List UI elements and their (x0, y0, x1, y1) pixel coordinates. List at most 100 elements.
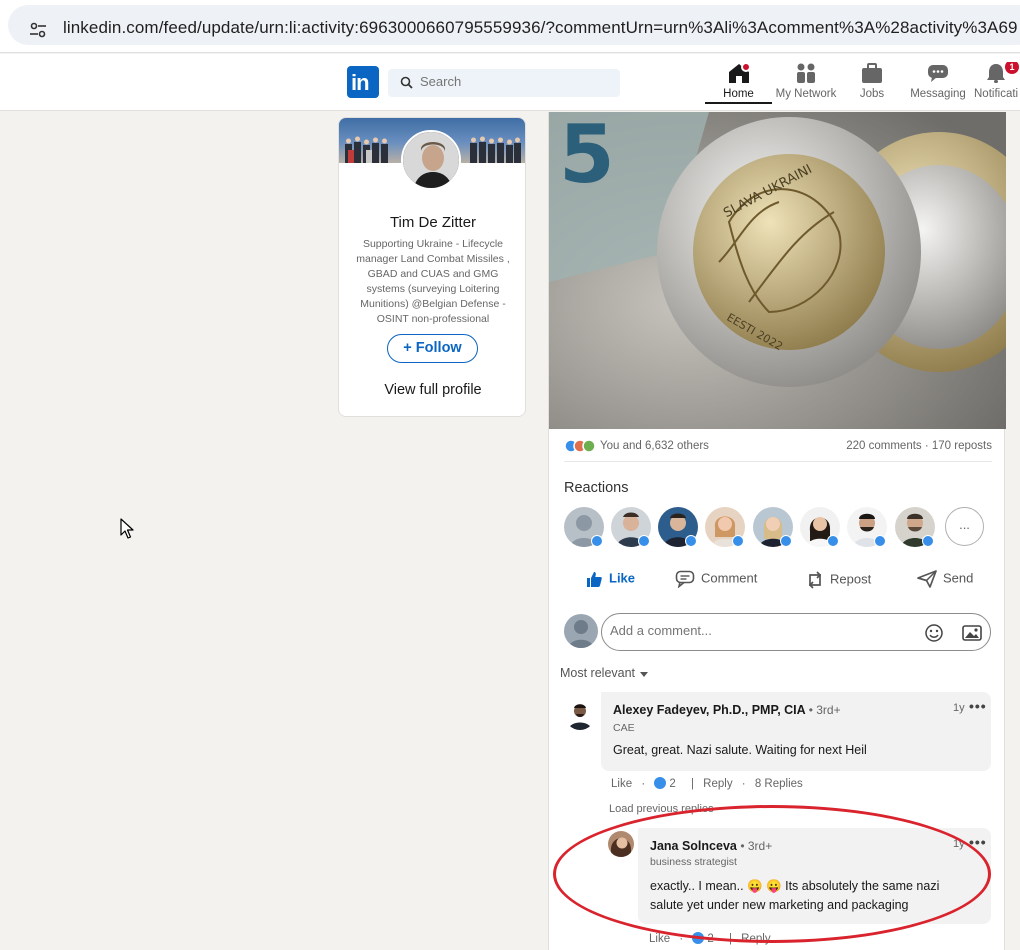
commenter-avatar[interactable] (565, 700, 595, 730)
comment-author[interactable]: Alexey Fadeyev, Ph.D., PMP, CIA • 3rd+ (613, 703, 841, 717)
nav-home-label: Home (723, 88, 754, 100)
comment-actions: Like · 2 | Reply · 8 Replies (611, 777, 809, 790)
comment-icon (675, 570, 695, 589)
nav-my-network-label: My Network (775, 88, 837, 100)
url-text[interactable]: linkedin.com/feed/update/urn:li:activity… (63, 18, 1018, 38)
comment-more-options-icon[interactable]: ••• (969, 698, 987, 714)
reply-author-name: Jana Solnceva (650, 839, 737, 853)
nav-messaging-label: Messaging (910, 88, 966, 100)
caret-down-icon (639, 671, 648, 677)
send-label: Send (943, 570, 974, 586)
repost-label: Repost (830, 571, 872, 587)
nav-notifications-label: Notificati (974, 88, 1019, 100)
current-user-avatar (564, 614, 598, 648)
notification-badge: 1 (1005, 62, 1019, 74)
view-full-profile-link[interactable]: View full profile (339, 382, 525, 398)
like-button[interactable]: Like (585, 570, 635, 592)
like-badge-icon (922, 535, 934, 547)
comment-replies-count[interactable]: 8 Replies (755, 778, 803, 790)
reply-actions: Like · 2 | Reply (649, 932, 777, 946)
thumbs-up-icon (587, 572, 602, 587)
linkedin-logo[interactable]: in (347, 66, 379, 98)
site-settings-icon[interactable] (28, 20, 48, 40)
messaging-icon (928, 65, 948, 82)
reply-more-options-icon[interactable]: ••• (969, 834, 987, 850)
comment-author-headline: CAE (613, 722, 635, 734)
separator: · (741, 778, 746, 790)
like-label: Like (609, 570, 636, 586)
comment-like-count[interactable]: 2 (654, 777, 681, 790)
repost-button[interactable]: Repost (806, 570, 871, 592)
emoji-icon[interactable] (924, 623, 944, 643)
comment-text: Great, great. Nazi salute. Waiting for n… (613, 743, 867, 757)
nav-jobs[interactable]: Jobs (852, 62, 892, 107)
repost-icon (808, 571, 822, 589)
comment-reply-button[interactable]: Reply (703, 778, 732, 790)
reply-author-headline: business strategist (650, 856, 737, 868)
connection-degree: • 3rd+ (808, 703, 841, 717)
like-badge-icon (827, 535, 839, 547)
like-count-value: 2 (669, 778, 676, 790)
comment-time: 1y (953, 702, 965, 714)
profile-name[interactable]: Tim De Zitter (339, 214, 525, 231)
post-detail: 5 SLAVA UKRAINI EESTI 2022 You and 6,632… (548, 112, 1006, 950)
mouse-cursor-icon (120, 518, 134, 539)
briefcase-icon (862, 63, 882, 83)
nav-my-network[interactable]: My Network (772, 62, 840, 107)
banknote-digit: 5 (559, 112, 615, 201)
like-badge-icon (732, 535, 744, 547)
like-badge-icon (685, 535, 697, 547)
post-image[interactable]: 5 SLAVA UKRAINI EESTI 2022 (549, 112, 1006, 429)
reaction-icons[interactable] (564, 438, 596, 454)
home-badge-dot (741, 62, 751, 72)
nav-home[interactable]: Home (705, 62, 772, 104)
like-reaction-icon (692, 932, 705, 944)
comment-bubble: Alexey Fadeyev, Ph.D., PMP, CIA • 3rd+ C… (601, 692, 991, 771)
separator: | (728, 933, 732, 945)
reply-author-avatar[interactable] (608, 831, 634, 857)
reply-like-count[interactable]: 2 (692, 932, 719, 945)
comments-reposts-count[interactable]: 220 comments · 170 reposts (846, 440, 992, 452)
like-badge-icon (638, 535, 650, 547)
comment-like-button[interactable]: Like (611, 778, 632, 790)
profile-headline: Supporting Ukraine - Lifecycle manager L… (356, 238, 510, 325)
url-field[interactable]: linkedin.com/feed/update/urn:li:activity… (8, 5, 1020, 45)
comment-input[interactable] (610, 623, 910, 638)
load-previous-replies[interactable]: Load previous replies (609, 803, 714, 815)
browser-address-bar: linkedin.com/feed/update/urn:li:activity… (0, 0, 1020, 53)
sort-dropdown[interactable]: Most relevant (560, 666, 649, 680)
search-input[interactable] (420, 74, 610, 89)
reaction-count[interactable]: You and 6,632 others (600, 440, 709, 452)
reply-author[interactable]: Jana Solnceva • 3rd+ (650, 839, 772, 853)
comment-author-name: Alexey Fadeyev, Ph.D., PMP, CIA (613, 703, 806, 717)
send-button[interactable]: Send (917, 570, 973, 592)
nav-notifications[interactable]: 1 Notificati (972, 62, 1020, 107)
follow-button[interactable]: + Follow (387, 334, 478, 363)
separator: · (641, 778, 646, 790)
nav-messaging[interactable]: Messaging (908, 62, 968, 107)
image-icon[interactable] (962, 624, 982, 642)
comment-button[interactable]: Comment (675, 570, 757, 592)
comment-box[interactable] (601, 613, 991, 651)
reply-like-button[interactable]: Like (649, 933, 670, 945)
more-reactions-button[interactable]: ... (945, 507, 984, 546)
like-badge-icon (780, 535, 792, 547)
like-badge-icon (591, 535, 603, 547)
profile-avatar[interactable] (401, 130, 461, 190)
reply-time: 1y (953, 838, 965, 850)
search-box[interactable] (388, 69, 620, 97)
reply-reply-button[interactable]: Reply (741, 933, 770, 945)
comment-label: Comment (701, 570, 758, 586)
send-icon (917, 570, 937, 588)
nav-jobs-label: Jobs (859, 88, 885, 100)
separator: | (690, 778, 694, 790)
like-count-value: 2 (707, 933, 714, 945)
reply-text: exactly.. I mean.. 😛 😛 Its absolutely th… (650, 879, 940, 912)
avatar-photo (403, 132, 459, 188)
network-icon (797, 63, 815, 83)
linkedin-header: in Home My Network Jobs Me (0, 54, 1020, 111)
profile-card: Tim De Zitter Supporting Ukraine - Lifec… (338, 117, 526, 417)
separator: · (679, 933, 684, 945)
sort-label: Most relevant (560, 666, 636, 680)
coin-photo: 5 SLAVA UKRAINI EESTI 2022 (549, 112, 1006, 429)
